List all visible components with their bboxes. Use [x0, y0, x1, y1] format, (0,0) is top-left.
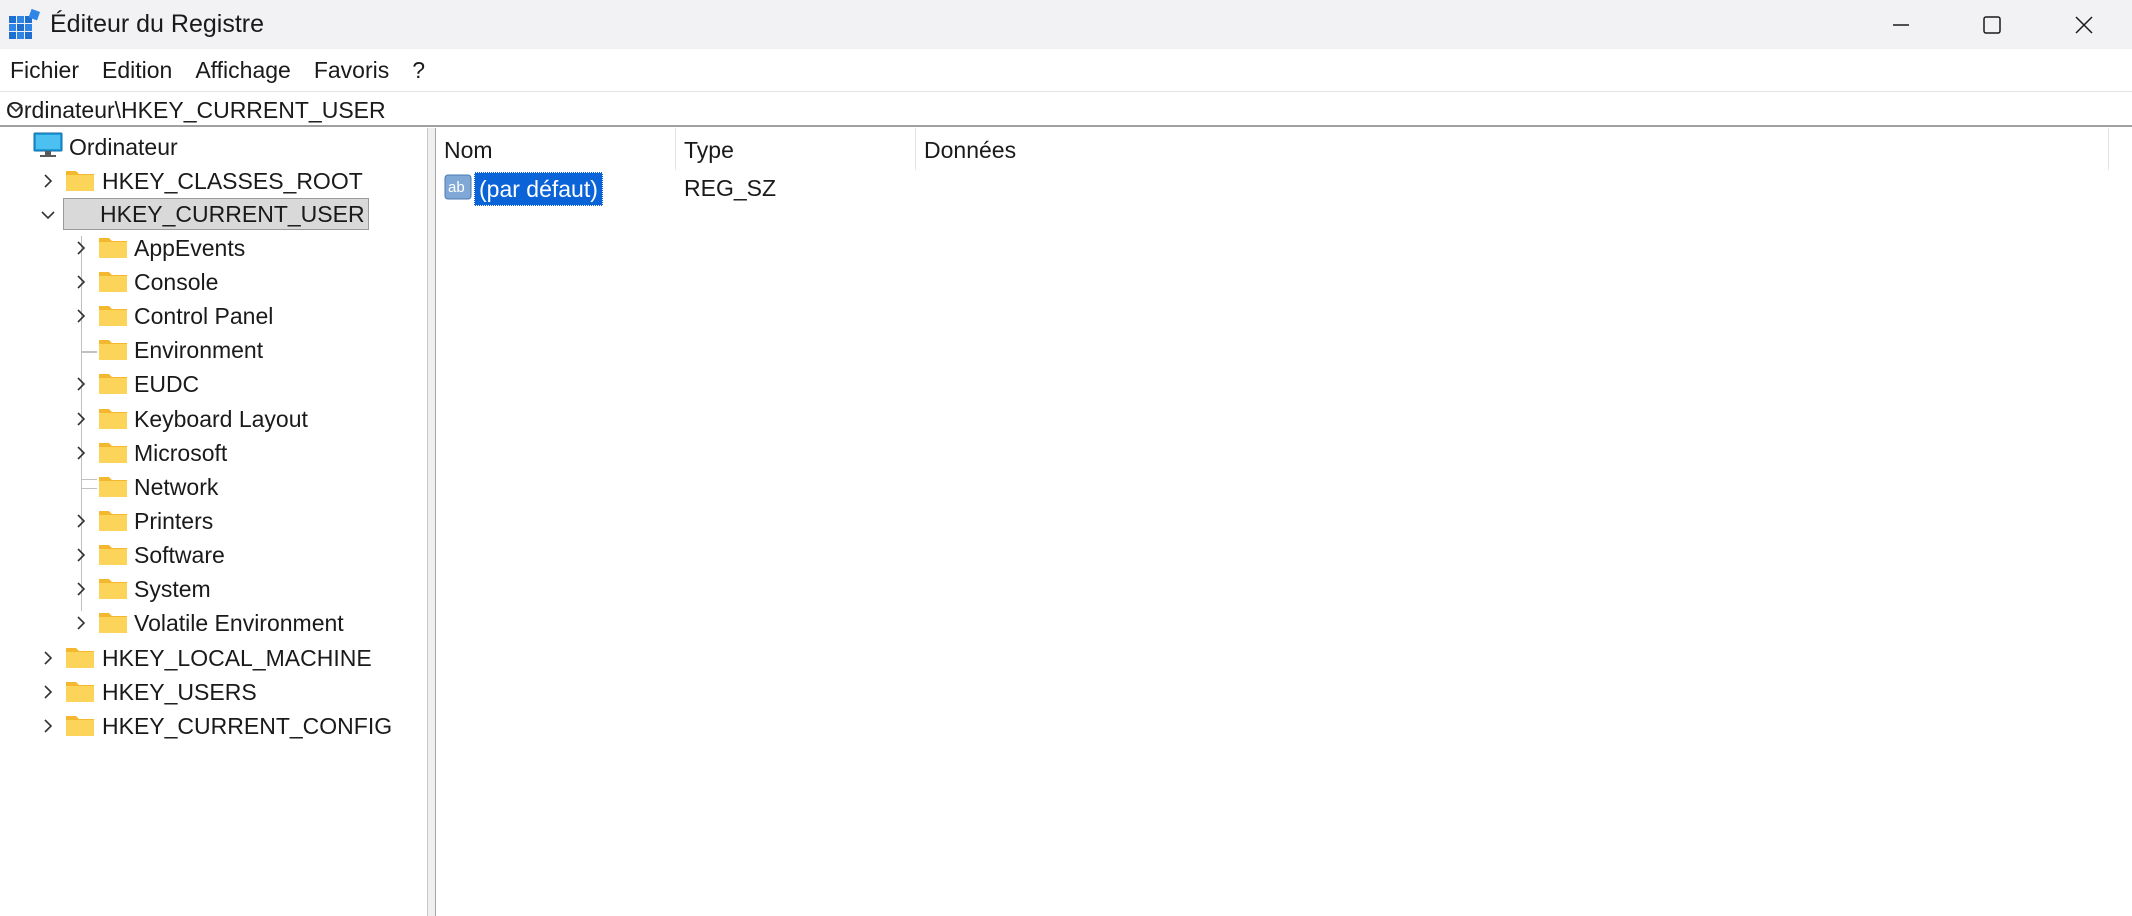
tree-connector — [81, 352, 97, 353]
folder-icon — [99, 443, 127, 463]
tree-item-hkey-current-config[interactable]: HKEY_CURRENT_CONFIG — [99, 711, 395, 741]
tree-item-control-panel[interactable]: Control Panel — [131, 301, 276, 331]
value-type-cell: REG_SZ — [684, 175, 777, 201]
chevron-down-icon[interactable] — [6, 98, 26, 118]
string-value-icon: ab — [444, 174, 472, 200]
column-header-type[interactable]: Type — [676, 128, 916, 170]
tree-item-console[interactable]: Console — [131, 267, 221, 297]
tree-item-software[interactable]: Software — [131, 540, 228, 570]
menu-fichier[interactable]: Fichier — [0, 49, 89, 91]
chevron-right-icon[interactable] — [71, 545, 91, 565]
chevron-down-icon[interactable] — [38, 205, 58, 225]
tree-item-appevents[interactable]: AppEvents — [131, 233, 248, 263]
folder-icon — [66, 648, 94, 668]
folder-icon — [66, 682, 94, 702]
tree-item-volatile-environment[interactable]: Volatile Environment — [131, 608, 347, 638]
minimize-button[interactable] — [1855, 0, 1947, 49]
folder-icon — [99, 613, 127, 633]
chevron-right-icon[interactable] — [38, 171, 58, 191]
address-path[interactable]: Ordinateur\HKEY_CURRENT_USER — [6, 96, 386, 124]
address-bar[interactable]: Ordinateur\HKEY_CURRENT_USER — [0, 91, 2132, 127]
menu-affichage[interactable]: Affichage — [185, 49, 300, 91]
tree-connector — [81, 488, 97, 489]
pane-splitter[interactable] — [428, 128, 436, 916]
chevron-right-icon[interactable] — [71, 443, 91, 463]
tree-item-printers[interactable]: Printers — [131, 506, 216, 536]
menu-bar: Fichier Edition Affichage Favoris ? — [0, 49, 2132, 91]
values-list[interactable]: Nom Type Données ab (par défaut) REG_SZ — [436, 128, 2132, 916]
chevron-right-icon[interactable] — [71, 272, 91, 292]
chevron-right-icon[interactable] — [38, 716, 58, 736]
chevron-right-icon[interactable] — [71, 579, 91, 599]
folder-icon — [99, 409, 127, 429]
folder-icon — [66, 171, 94, 191]
tree-item-microsoft[interactable]: Microsoft — [131, 438, 230, 468]
tree-item-keyboard-layout[interactable]: Keyboard Layout — [131, 404, 311, 434]
close-icon — [2075, 15, 2093, 34]
tree-connector — [81, 351, 97, 352]
folder-icon — [99, 545, 127, 565]
folder-icon — [99, 272, 127, 292]
value-name-cell[interactable]: (par défaut) — [474, 172, 603, 206]
tree-item-eudc[interactable]: EUDC — [131, 369, 202, 399]
chevron-right-icon[interactable] — [38, 648, 58, 668]
folder-icon — [66, 716, 94, 736]
folder-icon — [99, 340, 127, 360]
chevron-right-icon[interactable] — [71, 409, 91, 429]
minimize-icon — [1893, 23, 1909, 26]
registry-editor-icon — [9, 8, 41, 39]
tree-item-hkey-local-machine[interactable]: HKEY_LOCAL_MACHINE — [99, 643, 375, 673]
chevron-right-icon[interactable] — [38, 682, 58, 702]
tree-item-ordinateur[interactable]: Ordinateur — [66, 132, 181, 162]
title-bar: Éditeur du Registre — [0, 0, 2132, 49]
close-button[interactable] — [2038, 0, 2130, 49]
menu-favoris[interactable]: Favoris — [304, 49, 399, 91]
folder-icon — [99, 477, 127, 497]
tree-item-hkey-classes-root[interactable]: HKEY_CLASSES_ROOT — [99, 166, 366, 196]
chevron-right-icon[interactable] — [71, 613, 91, 633]
tree-item-network[interactable]: Network — [131, 472, 221, 502]
chevron-right-icon[interactable] — [71, 238, 91, 258]
chevron-right-icon[interactable] — [71, 511, 91, 531]
folder-icon — [99, 511, 127, 531]
menu-help[interactable]: ? — [402, 49, 435, 91]
tree-connector — [81, 479, 97, 480]
tree-item-environment[interactable]: Environment — [131, 335, 266, 365]
svg-text:ab: ab — [448, 179, 465, 196]
folder-icon — [99, 374, 127, 394]
folder-icon — [99, 579, 127, 599]
maximize-button[interactable] — [1946, 0, 2038, 49]
menu-edition[interactable]: Edition — [92, 49, 182, 91]
tree-item-hkey-current-user[interactable]: HKEY_CURRENT_USER — [63, 198, 369, 230]
chevron-right-icon[interactable] — [71, 374, 91, 394]
chevron-right-icon[interactable] — [71, 306, 91, 326]
tree-item-hkey-users[interactable]: HKEY_USERS — [99, 677, 260, 707]
tree-item-system[interactable]: System — [131, 574, 214, 604]
column-header-nom[interactable]: Nom — [436, 128, 676, 170]
computer-icon — [33, 132, 63, 157]
column-header-donnees[interactable]: Données — [916, 128, 2109, 170]
window-title: Éditeur du Registre — [50, 10, 265, 38]
folder-icon — [99, 238, 127, 258]
folder-icon — [99, 306, 127, 326]
maximize-icon — [1983, 15, 2001, 34]
